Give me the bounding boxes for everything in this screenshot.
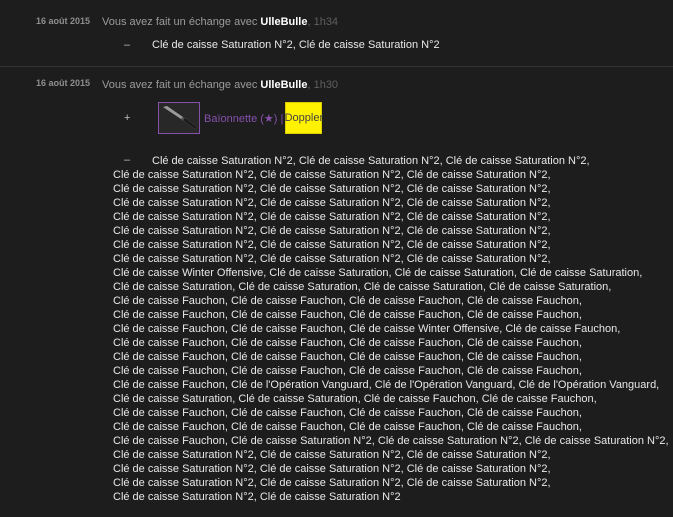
given-items-line: Clé de caisse Saturation N°2, Clé de cai… bbox=[113, 197, 551, 209]
given-items-line: Clé de caisse Fauchon, Clé de caisse Fau… bbox=[113, 365, 582, 377]
received-sign: + bbox=[124, 112, 131, 124]
given-items-line: Clé de caisse Saturation N°2, Clé de cai… bbox=[113, 169, 551, 181]
given-items-line: Clé de caisse Fauchon, Clé de caisse Fau… bbox=[113, 351, 582, 363]
given-items-line: Clé de caisse Saturation N°2, Clé de cai… bbox=[113, 225, 551, 237]
given-items-line: Clé de caisse Winter Offensive, Clé de c… bbox=[113, 267, 643, 279]
trade-description: Vous avez fait un échange avec UlleBulle… bbox=[102, 16, 338, 28]
given-items-line: Clé de caisse Saturation N°2, Clé de cai… bbox=[152, 155, 590, 167]
given-items-line: Clé de caisse Saturation N°2, Clé de cai… bbox=[113, 477, 551, 489]
item-tag-doppler: Doppler bbox=[285, 102, 323, 134]
trade-partner-link[interactable]: UlleBulle bbox=[260, 16, 307, 28]
trade-entry-1: 16 août 2015 Vous avez fait un échange a… bbox=[0, 0, 673, 66]
given-items-line: Clé de caisse Fauchon, Clé de l'Opératio… bbox=[113, 379, 660, 391]
given-items-line: Clé de caisse Saturation N°2, Clé de cai… bbox=[113, 491, 401, 503]
trade-desc-prefix: Vous avez fait un échange avec bbox=[102, 79, 261, 91]
given-items-list: Clé de caisse Saturation N°2, Clé de cai… bbox=[113, 154, 669, 504]
item-thumbnail[interactable] bbox=[158, 102, 200, 134]
given-items-line: Clé de caisse Fauchon, Clé de caisse Fau… bbox=[113, 337, 582, 349]
trade-time: , 1h30 bbox=[307, 79, 339, 91]
given-items-line: Clé de caisse Fauchon, Clé de caisse Fau… bbox=[113, 309, 582, 321]
bayonet-knife-icon bbox=[163, 106, 198, 130]
given-items-line: Clé de caisse Saturation, Clé de caisse … bbox=[113, 393, 597, 405]
trade-description: Vous avez fait un échange avec UlleBulle… bbox=[102, 79, 338, 91]
given-items-line: Clé de caisse Fauchon, Clé de caisse Fau… bbox=[113, 407, 582, 419]
given-items-line: Clé de caisse Saturation N°2, Clé de cai… bbox=[113, 239, 551, 251]
given-items-line: Clé de caisse Saturation N°2, Clé de cai… bbox=[113, 183, 551, 195]
given-sign: – bbox=[124, 39, 131, 51]
given-items-line: Clé de caisse Fauchon, Clé de caisse Sat… bbox=[113, 435, 669, 447]
given-items-line: Clé de caisse Saturation N°2, Clé de cai… bbox=[113, 463, 551, 475]
trade-partner-link[interactable]: UlleBulle bbox=[260, 79, 307, 91]
item-name[interactable]: Baïonnette (★) | bbox=[204, 112, 283, 125]
given-items-line: Clé de caisse Fauchon, Clé de caisse Fau… bbox=[113, 323, 621, 335]
given-items-line: Clé de caisse Saturation N°2, Clé de cai… bbox=[113, 449, 551, 461]
given-items-list: Clé de caisse Saturation N°2, Clé de cai… bbox=[152, 39, 440, 51]
trade-date: 16 août 2015 bbox=[36, 78, 91, 88]
trade-desc-prefix: Vous avez fait un échange avec bbox=[102, 16, 261, 28]
given-items-line: Clé de caisse Fauchon, Clé de caisse Fau… bbox=[113, 421, 582, 433]
given-items-line: Clé de caisse Fauchon, Clé de caisse Fau… bbox=[113, 295, 582, 307]
trade-entry-2: 16 août 2015 Vous avez fait un échange a… bbox=[0, 67, 673, 517]
given-items-line: Clé de caisse Saturation N°2, Clé de cai… bbox=[113, 211, 551, 223]
given-items-line: Clé de caisse Saturation, Clé de caisse … bbox=[113, 281, 612, 293]
given-items-line: Clé de caisse Saturation N°2, Clé de cai… bbox=[113, 253, 551, 265]
trade-date: 16 août 2015 bbox=[36, 16, 91, 26]
received-item[interactable]: Baïonnette (★) | Doppler bbox=[158, 102, 323, 134]
trade-time: , 1h34 bbox=[307, 16, 339, 28]
